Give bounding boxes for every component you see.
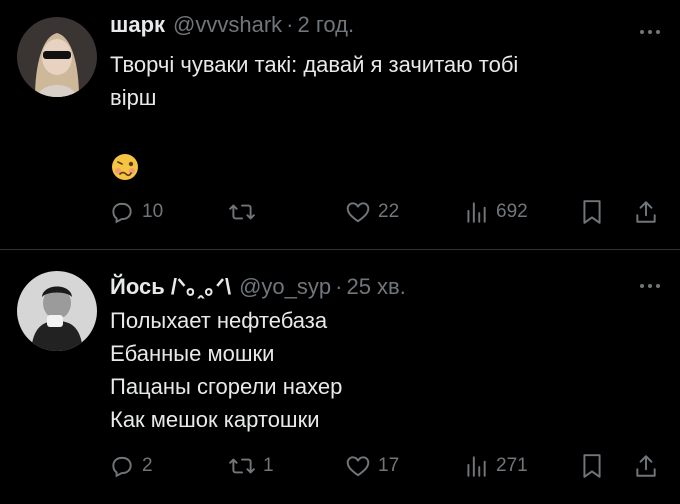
woozy-face-icon: [110, 152, 140, 182]
retweet-icon: [229, 458, 255, 474]
bookmark-button[interactable]: [580, 446, 604, 486]
author-handle[interactable]: @yo_syp: [239, 274, 331, 300]
tweet-line: Творчі чуваки такі: давай я зачитаю тобі: [110, 52, 519, 77]
share-button[interactable]: [633, 446, 659, 486]
views-button[interactable]: 692: [463, 192, 528, 232]
tweet-line: вірш: [110, 85, 157, 110]
reply-icon: [112, 202, 132, 224]
separator-dot: ·: [335, 274, 343, 299]
retweet-button[interactable]: 1: [228, 446, 274, 486]
author-name[interactable]: шарк: [110, 12, 165, 38]
retweet-button[interactable]: [228, 192, 263, 232]
more-options-icon[interactable]: [640, 30, 660, 34]
views-icon: [467, 202, 486, 223]
avatar[interactable]: [17, 17, 97, 97]
retweet-count: 1: [263, 455, 274, 476]
views-count: 271: [496, 455, 528, 476]
separator-dot: ·: [286, 12, 294, 37]
share-icon: [636, 201, 656, 223]
tweet-line: Полыхает нефтебаза: [110, 308, 328, 333]
bookmark-icon: [583, 200, 601, 224]
share-button[interactable]: [633, 192, 659, 232]
retweet-icon: [229, 204, 255, 220]
tweet-actions: 2 1 17 271: [0, 446, 680, 486]
timestamp[interactable]: 2 год.: [298, 12, 355, 38]
tweet-line: Как мешок картошки: [110, 407, 320, 432]
avatar[interactable]: [17, 271, 97, 351]
tweet[interactable]: Йось /ᐠ｡ꞈ｡ᐟ\ @yo_syp · 25 хв. Полыхает н…: [0, 250, 680, 504]
bookmark-icon: [583, 454, 601, 478]
reply-count: 2: [142, 455, 153, 476]
share-icon: [636, 455, 656, 477]
reply-button[interactable]: 10: [109, 192, 163, 232]
like-count: 22: [378, 201, 400, 222]
tweet-text: Творчі чуваки такі: давай я зачитаю тобі…: [110, 48, 650, 114]
more-options-icon[interactable]: [640, 284, 660, 288]
views-icon: [467, 456, 486, 477]
views-button[interactable]: 271: [463, 446, 528, 486]
like-count: 17: [378, 455, 400, 476]
reply-icon: [112, 456, 132, 478]
like-button[interactable]: 22: [345, 192, 399, 232]
views-count: 692: [496, 201, 528, 222]
like-button[interactable]: 17: [345, 446, 399, 486]
heart-icon: [346, 202, 370, 223]
tweet-actions: 10 22 692: [0, 192, 680, 232]
tweet-line: Ебанные мошки: [110, 341, 275, 366]
timestamp[interactable]: 25 хв.: [346, 274, 405, 300]
tweet-line: Пацаны сгорели нахер: [110, 374, 343, 399]
reply-button[interactable]: 2: [109, 446, 153, 486]
bookmark-button[interactable]: [580, 192, 604, 232]
heart-icon: [346, 456, 370, 477]
author-handle[interactable]: @vvvshark: [173, 12, 282, 38]
reply-count: 10: [142, 201, 164, 222]
tweet-text: Полыхает нефтебаза Ебанные мошки Пацаны …: [110, 304, 342, 436]
tweet[interactable]: шарк @vvvshark · 2 год. Творчі чуваки та…: [0, 0, 680, 250]
author-name[interactable]: Йось /ᐠ｡ꞈ｡ᐟ\: [110, 269, 231, 301]
